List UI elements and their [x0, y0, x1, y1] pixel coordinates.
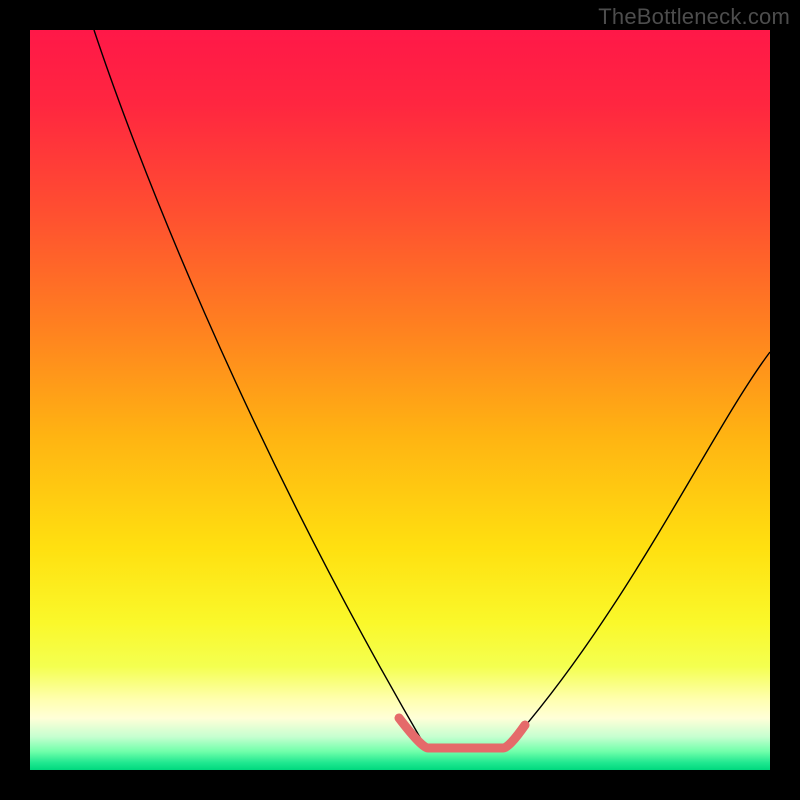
gradient-background	[30, 30, 770, 770]
chart-frame: TheBottleneck.com	[0, 0, 800, 800]
bottleneck-chart	[30, 30, 770, 770]
watermark-text: TheBottleneck.com	[598, 4, 790, 30]
